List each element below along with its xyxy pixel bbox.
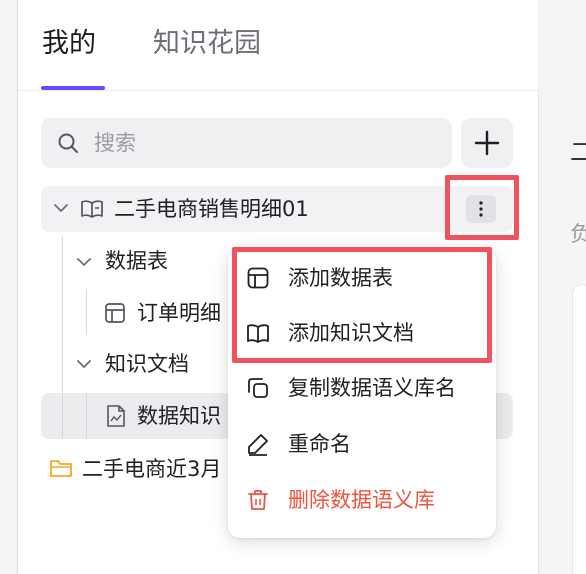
tree-item-table[interactable]: 订单明细 bbox=[137, 299, 221, 327]
menu-item-copy-name[interactable]: 复制数据语义库名 bbox=[228, 360, 496, 416]
tree-group-tables[interactable]: 数据表 bbox=[105, 247, 168, 275]
right-pane-subtitle-fragment: 负 bbox=[570, 222, 586, 246]
trash-icon bbox=[248, 490, 268, 510]
search-icon bbox=[58, 133, 78, 153]
right-pane-title-fragment: 二 bbox=[570, 138, 586, 166]
search-input[interactable]: 搜索 bbox=[41, 118, 452, 168]
menu-item-label: 删除数据语义库 bbox=[288, 488, 435, 512]
tree-guide-line bbox=[62, 236, 63, 438]
add-button[interactable] bbox=[461, 118, 513, 168]
tree-item-doc[interactable]: 数据知识 bbox=[137, 402, 221, 430]
menu-item-rename[interactable]: 重命名 bbox=[228, 416, 496, 472]
panel-divider bbox=[538, 90, 539, 574]
tree-guide-line bbox=[86, 393, 87, 439]
tabs-divider bbox=[18, 90, 538, 91]
pencil-icon bbox=[248, 434, 268, 456]
document-icon bbox=[107, 405, 125, 427]
chevron-down-icon[interactable] bbox=[53, 202, 69, 214]
highlight-box-menu bbox=[232, 247, 492, 363]
folder-icon bbox=[50, 460, 72, 477]
chevron-down-icon[interactable] bbox=[76, 358, 92, 370]
tab-mine[interactable]: 我的 bbox=[42, 24, 96, 64]
knowledge-base-icon bbox=[81, 200, 103, 218]
tree-group-docs[interactable]: 知识文档 bbox=[105, 350, 189, 378]
tree-guide-line bbox=[86, 289, 87, 335]
tree-item-folder[interactable]: 二手电商近3月 bbox=[82, 455, 221, 483]
right-pane-card bbox=[572, 284, 586, 574]
highlight-box-more bbox=[445, 175, 519, 240]
chevron-down-icon[interactable] bbox=[76, 256, 92, 268]
table-icon bbox=[105, 303, 125, 323]
copy-icon bbox=[248, 378, 268, 398]
menu-item-label: 重命名 bbox=[288, 432, 351, 456]
menu-item-label: 复制数据语义库名 bbox=[288, 376, 456, 400]
menu-item-delete[interactable]: 删除数据语义库 bbox=[228, 472, 496, 528]
tab-knowledge-garden[interactable]: 知识花园 bbox=[153, 24, 261, 64]
plus-icon bbox=[474, 130, 500, 156]
tree-item-label: 二手电商销售明细01 bbox=[114, 197, 309, 221]
search-placeholder: 搜索 bbox=[94, 131, 136, 155]
